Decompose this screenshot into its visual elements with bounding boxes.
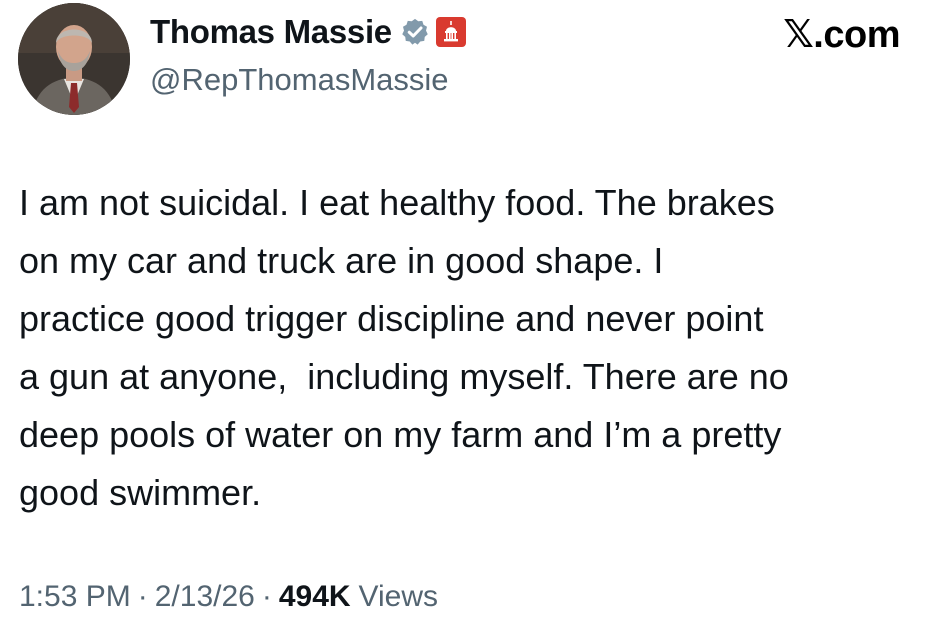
- avatar[interactable]: [18, 3, 130, 115]
- tweet-text-line: I am not suicidal. I eat healthy food. T…: [19, 182, 775, 223]
- author-name-row: Thomas Massie: [150, 10, 466, 54]
- tweet-text-line: deep pools of water on my farm and I’m a…: [19, 414, 782, 455]
- tweet-text: I am not suicidal. I eat healthy food. T…: [19, 174, 929, 522]
- avatar-photo: [18, 3, 130, 115]
- tweet-date[interactable]: 2/13/26: [155, 580, 255, 614]
- verified-badge-icon: [402, 18, 428, 45]
- tweet-text-line: on my car and truck are in good shape. I: [19, 240, 664, 281]
- views-count: 494K: [278, 580, 351, 613]
- capitol-dome-icon: [435, 17, 466, 47]
- tweet-time[interactable]: 1:53 PM: [19, 580, 131, 614]
- tweet-text-line: a gun at anyone, including myself. There…: [19, 356, 789, 397]
- tweet-card: Thomas Massie @RepThomasMassie 𝕏.com I a…: [0, 0, 944, 625]
- tweet-meta: 1:53 PM · 2/13/26 · 494K Views: [19, 580, 438, 614]
- tweet-text-line: practice good trigger discipline and nev…: [19, 298, 764, 339]
- tweet-text-line: good swimmer.: [19, 472, 262, 513]
- views-label: Views: [358, 580, 439, 613]
- author-display-name[interactable]: Thomas Massie: [150, 13, 392, 51]
- separator-dot: ·: [261, 580, 272, 613]
- author-handle[interactable]: @RepThomasMassie: [150, 62, 449, 98]
- site-label: 𝕏.com: [783, 14, 900, 56]
- separator-dot: ·: [137, 580, 148, 613]
